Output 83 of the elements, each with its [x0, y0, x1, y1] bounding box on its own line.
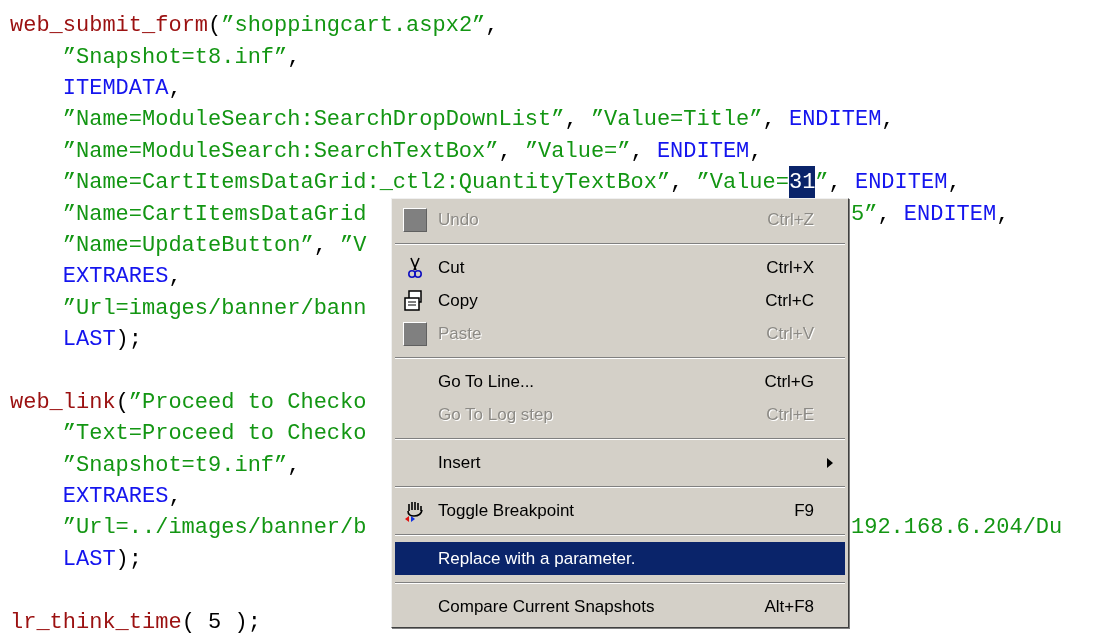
constant-keyword: ENDITEM: [854, 169, 948, 198]
menu-item-label: Go To Log step: [438, 403, 553, 426]
code-punctuation: ,: [881, 106, 895, 135]
menu-item-label: Go To Line...: [438, 370, 535, 393]
shortcut-label: F9: [794, 499, 814, 522]
shortcut-label: Ctrl+V: [766, 322, 814, 345]
code-punctuation: (: [208, 12, 222, 41]
function-name: web_link: [10, 388, 116, 417]
constant-keyword: EXTRARES: [62, 263, 169, 292]
string-literal: ”Name=CartItemsDataGrid:_ctl2:QuantityTextBox”: [62, 169, 671, 198]
code-punctuation: ,: [877, 200, 892, 229]
code-punctuation: ,: [498, 137, 513, 166]
code-punctuation: );: [115, 545, 142, 574]
string-literal: ”V: [340, 231, 367, 260]
code-punctuation: ,: [287, 451, 301, 480]
string-literal: 5”: [851, 200, 878, 229]
code-punctuation: ,: [670, 169, 685, 198]
constant-keyword: LAST: [62, 545, 116, 574]
menu-item[interactable]: Compare Current Snapshots Alt+F8: [395, 590, 845, 623]
shortcut-label: Ctrl+X: [766, 256, 814, 279]
constant-keyword: ITEMDATA: [62, 75, 169, 103]
menu-item-label: Undo: [438, 208, 479, 231]
blank-icon: [403, 321, 427, 346]
code-punctuation: ,: [313, 231, 328, 260]
menu-item-label: Insert: [438, 451, 481, 474]
blank-icon: [403, 207, 427, 232]
string-literal: ”Name=ModuleSearch:SearchDropDownList”: [62, 106, 565, 135]
menu-item-label: Copy: [438, 289, 478, 312]
menu-item[interactable]: Go To Line... Ctrl+G: [395, 365, 845, 398]
code-punctuation: ,: [168, 483, 182, 512]
menu-item-label: Cut: [438, 256, 465, 279]
code-punctuation: ,: [168, 75, 182, 103]
shortcut-label: Ctrl+G: [764, 370, 814, 393]
menu-item-label: Toggle Breakpoint: [438, 499, 575, 522]
string-literal: ”Value=”: [524, 137, 631, 166]
string-literal: ”Value=Title”: [590, 106, 763, 135]
code-punctuation: ,: [168, 263, 182, 292]
shortcut-label: Ctrl+Z: [767, 208, 814, 231]
code-punctuation: ,: [564, 106, 579, 135]
code-punctuation: );: [115, 326, 142, 355]
code-punctuation: ,: [996, 200, 1010, 229]
string-literal: ”Name=UpdateButton”: [62, 231, 314, 260]
string-literal: ”Snapshot=t8.inf”: [62, 43, 288, 72]
constant-keyword: EXTRARES: [62, 483, 169, 512]
code-punctuation: ,: [749, 137, 763, 166]
string-literal: ”Proceed to Checko: [128, 388, 367, 417]
function-name: lr_think_time: [10, 608, 182, 637]
string-literal: ”shoppingcart.aspx2”: [221, 12, 486, 41]
submenu-arrow-icon: [826, 456, 834, 469]
menu-item[interactable]: Toggle Breakpoint F9: [395, 494, 845, 527]
code-punctuation: ,: [947, 169, 961, 198]
code-punctuation: ( 5 );: [181, 608, 261, 637]
string-literal: ”Url=images/banner/bann: [62, 294, 367, 323]
string-literal: ”: [815, 169, 829, 198]
code-punctuation: ,: [762, 106, 777, 135]
string-literal: ”Name=ModuleSearch:SearchTextBox”: [62, 137, 499, 166]
string-literal: ”Name=CartItemsDataGrid: [62, 200, 367, 229]
string-literal: ”Snapshot=t9.inf”: [62, 451, 288, 480]
function-name: web_submit_form: [10, 12, 209, 41]
code-punctuation: ,: [287, 43, 301, 72]
code-punctuation: ,: [630, 137, 645, 166]
menu-item[interactable]: Cut Ctrl+X: [395, 251, 845, 284]
code-punctuation: ,: [828, 169, 843, 198]
shortcut-label: Alt+F8: [764, 595, 814, 618]
string-literal: ”Text=Proceed to Checko: [62, 420, 367, 449]
menu-item-label: Compare Current Snapshots: [438, 595, 655, 618]
string-literal: ”Value=: [696, 169, 789, 198]
shortcut-label: Ctrl+C: [765, 289, 814, 312]
code-punctuation: (: [115, 388, 129, 417]
menu-item[interactable]: Insert: [395, 446, 845, 479]
menu-item-label: Paste: [438, 322, 482, 345]
constant-keyword: ENDITEM: [788, 106, 882, 135]
constant-keyword: ENDITEM: [903, 200, 997, 229]
constant-keyword: LAST: [62, 326, 116, 355]
code-punctuation: ,: [485, 12, 499, 41]
selected-text: 31: [788, 166, 816, 200]
string-literal: ”Url=../images/banner/b: [62, 514, 367, 543]
menu-item-label: Replace with a parameter.: [438, 547, 636, 570]
shortcut-label: Ctrl+E: [766, 403, 814, 426]
menu-item[interactable]: Copy Ctrl+C: [395, 284, 845, 317]
string-literal: 192.168.6.204/Du: [851, 514, 1063, 543]
constant-keyword: ENDITEM: [656, 137, 750, 166]
menu-item[interactable]: Replace with a parameter.: [395, 542, 845, 575]
